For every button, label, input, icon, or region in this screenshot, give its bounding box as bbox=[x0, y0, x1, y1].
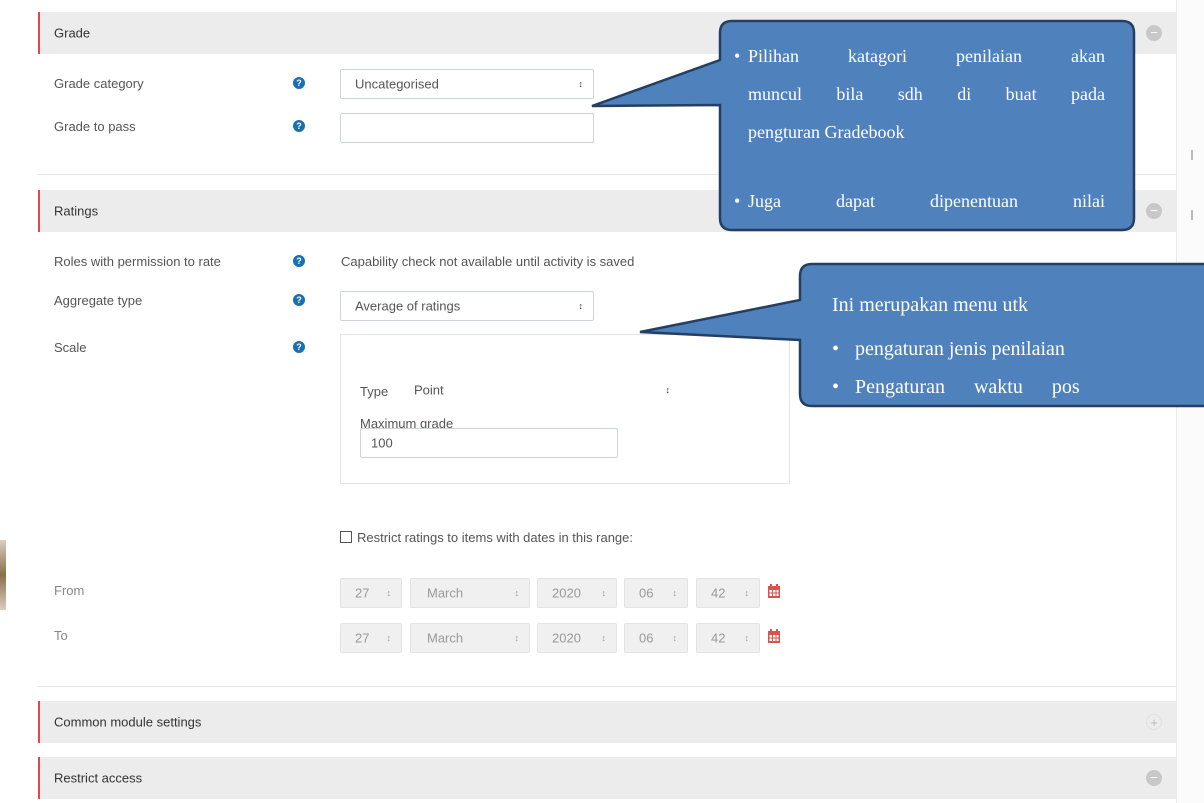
callout-2-line1: Ini merupakan menu utk bbox=[832, 294, 1029, 316]
callout-2-bullet: • bbox=[832, 376, 840, 398]
callout-2-bullet: • bbox=[832, 338, 840, 360]
callout-2-item2: Pengaturan waktu pos bbox=[855, 376, 1080, 398]
callout-2: Ini merupakan menu utk • pengaturan jeni… bbox=[802, 266, 1176, 404]
callout-2-item1: pengaturan jenis penilaian bbox=[855, 338, 1065, 360]
